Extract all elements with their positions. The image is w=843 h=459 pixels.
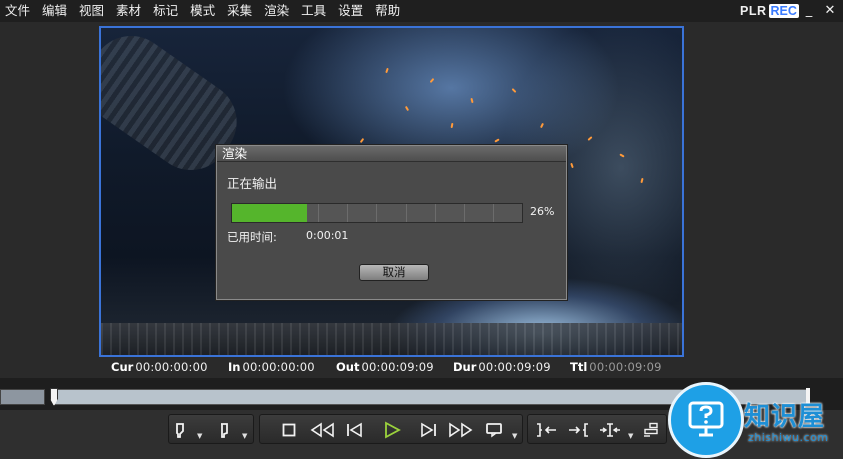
chevron-down-icon[interactable]: ▼ [197,432,202,440]
timecode-value: 00:00:00:00 [135,360,208,374]
spark-shape [450,122,454,129]
timeline-left-segment[interactable] [0,389,45,405]
watermark-title: 知识屋 [744,402,826,432]
mark-in-icon[interactable] [172,418,188,442]
menu-tools[interactable]: 工具 [295,0,332,22]
spark-shape [385,67,389,74]
split-icon[interactable] [597,418,623,442]
close-icon[interactable]: ✕ [823,4,837,18]
progress-segment [436,204,465,222]
dialog-title[interactable]: 渲染 [217,146,566,162]
spark-shape [470,97,474,104]
watermark-subtitle: zhishiwu.com [748,431,829,444]
spark-shape [640,177,644,184]
spark-shape [429,77,435,84]
progress-segment [377,204,407,222]
spark-shape [570,162,574,169]
timecode-row: Cur 00:00:00:00 In 00:00:00:00 Out 00:00:09… [0,360,843,376]
menu-bar: 文件 编辑 视图 素材 标记 模式 采集 渲染 工具 设置 帮助 [0,0,843,22]
render-status-text: 正在输出 [227,176,278,191]
menu-capture[interactable]: 采集 [221,0,258,22]
minimize-icon[interactable]: _ [802,4,816,18]
menu-settings[interactable]: 设置 [332,0,369,22]
preview-grate-shape [101,323,682,355]
progress-fill [232,204,308,222]
rewind-icon[interactable] [308,418,336,442]
step-back-icon[interactable] [342,418,366,442]
timecode-value: 00:00:09:09 [589,360,662,374]
timecode-value: 00:00:09:09 [478,360,551,374]
timecode-label: In [228,360,241,374]
timecode-cur: Cur 00:00:00:00 [111,360,208,374]
menu-render[interactable]: 渲染 [258,0,295,22]
progress-percent: 26% [530,205,555,218]
fast-forward-icon[interactable] [447,418,475,442]
menu-marker[interactable]: 标记 [147,0,184,22]
watermark-circle [668,382,744,458]
step-forward-icon[interactable] [417,418,441,442]
render-dialog: 渲染 正在输出 26% 已用时间: 0:00:01 取消 [216,145,567,300]
play-icon[interactable] [380,418,404,442]
chevron-down-icon[interactable]: ▼ [628,432,633,440]
timecode-value: 00:00:00:00 [242,360,315,374]
progress-segment [319,204,349,222]
goto-out-icon[interactable] [566,418,592,442]
timecode-label: Ttl [570,360,588,374]
elapsed-time-value: 0:00:01 [306,229,349,242]
watermark-logo: 知识屋 zhishiwu.com [668,380,843,459]
progress-segment [465,204,494,222]
mark-out-icon[interactable] [216,418,232,442]
menu-clip[interactable]: 素材 [110,0,147,22]
timecode-dur: Dur 00:00:09:09 [453,360,551,374]
timecode-label: Out [336,360,360,374]
chevron-down-icon[interactable]: ▼ [512,432,517,440]
rec-label: REC [768,4,799,18]
loop-icon[interactable] [483,418,505,442]
insert-icon[interactable] [640,418,662,442]
menu-help[interactable]: 帮助 [369,0,406,22]
stop-icon[interactable] [278,418,300,442]
spark-shape [359,137,365,144]
progress-segment [348,204,378,222]
timecode-label: Cur [111,360,134,374]
spark-shape [619,153,625,158]
menu-edit[interactable]: 编辑 [36,0,73,22]
plr-label: PLR [740,4,767,18]
timecode-in: In 00:00:00:00 [228,360,315,374]
progress-segment [407,204,436,222]
elapsed-time-label: 已用时间: [227,230,277,244]
spark-shape [587,136,593,141]
plr-rec-indicator: PLR REC [740,4,799,18]
menu-file[interactable]: 文件 [0,0,36,22]
menu-view[interactable]: 视图 [73,0,110,22]
menu-mode[interactable]: 模式 [184,0,221,22]
question-monitor-icon [688,401,724,437]
spark-shape [494,138,500,143]
chevron-down-icon[interactable]: ▼ [242,432,247,440]
goto-in-icon[interactable] [533,418,559,442]
cancel-button[interactable]: 取消 [359,264,429,281]
timecode-label: Dur [453,360,477,374]
progress-segment [494,204,522,222]
timecode-ttl: Ttl 00:00:09:09 [570,360,662,374]
timecode-out: Out 00:00:09:09 [336,360,434,374]
spark-shape [511,88,517,93]
render-progress-bar [231,203,523,223]
timecode-value: 00:00:09:09 [361,360,434,374]
spark-shape [404,105,410,112]
spark-shape [540,122,544,129]
